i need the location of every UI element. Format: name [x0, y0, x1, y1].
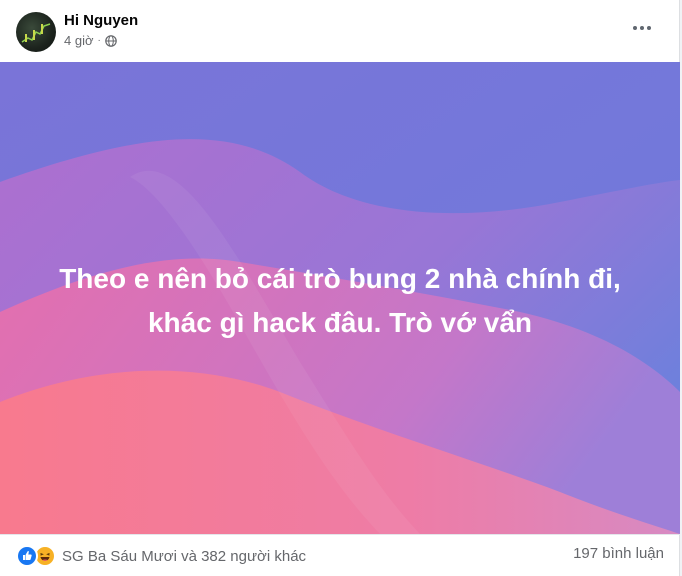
post-text-line-2: khác gì hack đâu. Trò vớ vẩn	[147, 307, 533, 338]
post-header: Hi Nguyen 4 giờ ·	[0, 0, 680, 62]
meta-separator: ·	[97, 35, 101, 46]
author-name[interactable]: Hi Nguyen	[64, 12, 138, 29]
more-options-icon[interactable]	[624, 16, 660, 40]
post-text: Theo e nên bỏ cái trò bung 2 nhà chính đ…	[20, 257, 660, 345]
post-text-line-1: Theo e nên bỏ cái trò bung 2 nhà chính đ…	[59, 263, 621, 294]
reactions-summary[interactable]: SG Ba Sáu Mươi và 382 người khác	[16, 545, 306, 567]
post-time[interactable]: 4 giờ	[64, 33, 94, 48]
author-avatar[interactable]	[16, 12, 56, 52]
reactions-label: SG Ba Sáu Mươi và 382 người khác	[62, 547, 307, 565]
comments-count[interactable]: 197 bình luận	[573, 545, 664, 562]
globe-icon[interactable]	[105, 34, 117, 47]
post-background: Theo e nên bỏ cái trò bung 2 nhà chính đ…	[0, 62, 680, 534]
post-footer: SG Ba Sáu Mươi và 382 người khác 197 bìn…	[0, 534, 680, 576]
post-card: Hi Nguyen 4 giờ · Theo e nên bỏ cái trò …	[0, 0, 680, 576]
like-icon	[16, 545, 38, 567]
post-meta: 4 giờ ·	[64, 33, 117, 48]
